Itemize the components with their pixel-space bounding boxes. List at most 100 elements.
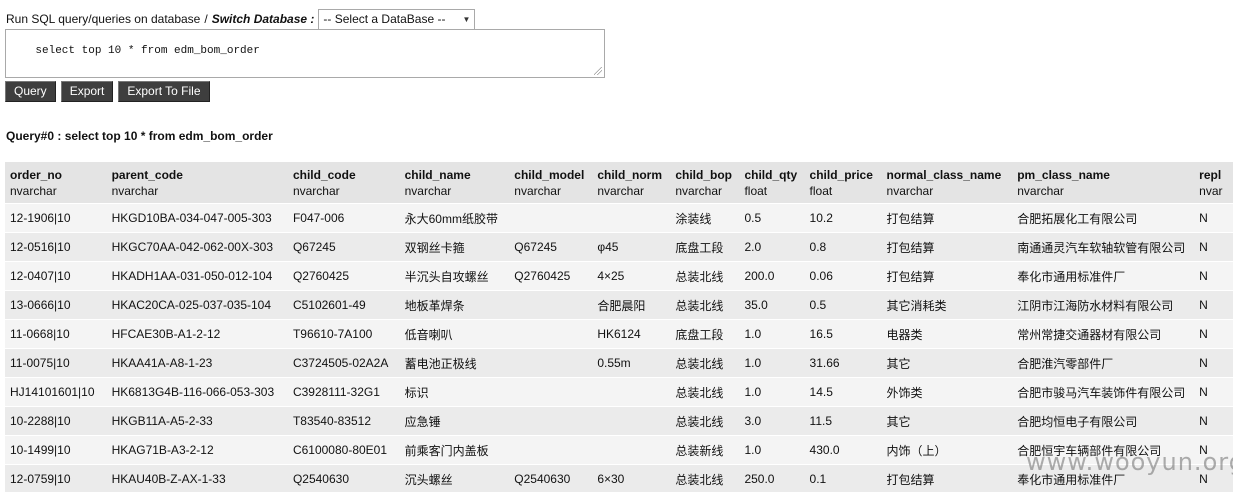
database-select-value: -- Select a DataBase -- xyxy=(323,12,446,26)
table-cell-repl: N xyxy=(1194,464,1233,492)
table-cell-child-qty: 2.0 xyxy=(739,232,805,262)
resize-grip-icon[interactable] xyxy=(594,67,602,75)
table-cell-order-no: 11-0075|10 xyxy=(5,348,107,378)
column-name: child_price xyxy=(809,167,873,182)
table-cell-normal-class-name: 内饰（上） xyxy=(881,435,1013,465)
table-cell-child-norm xyxy=(592,406,671,436)
table-cell-child-model xyxy=(509,348,593,378)
table-cell-child-name: 半沉头自攻螺丝 xyxy=(399,261,510,291)
table-cell-child-bop: 总装北线 xyxy=(670,261,740,291)
table-cell-parent-code: HKADH1AA-031-050-012-104 xyxy=(106,261,288,291)
table-cell-repl: N xyxy=(1194,232,1233,262)
run-sql-label: Run SQL query/queries on database xyxy=(6,12,201,26)
table-cell-child-qty: 3.0 xyxy=(739,406,805,436)
sql-query-text: select top 10 * from edm_bom_order xyxy=(35,45,260,57)
results-table-container[interactable]: order_no nvarchar parent_code nvarchar child… xyxy=(5,162,1233,492)
table-row: 12-0759|10 HKAU40B-Z-AX-1-33 Q2540630 沉头螺丝 Q… xyxy=(5,464,1233,492)
table-cell-pm-class-name: 常州常捷交通器材有限公司 xyxy=(1012,319,1195,349)
table-row: HJ14101601|10 HK6813G4B-116-066-053-303 C3… xyxy=(5,377,1233,407)
table-cell-child-name: 低音喇叭 xyxy=(399,319,510,349)
export-to-file-button[interactable]: Export To File xyxy=(118,81,210,102)
table-cell-child-bop: 涂装线 xyxy=(670,203,740,233)
table-cell-child-code: C3724505-02A2A xyxy=(287,348,400,378)
column-type: float xyxy=(809,183,833,198)
table-cell-child-qty: 35.0 xyxy=(739,290,805,320)
column-header-normal-class-name: normal_class_name nvarchar xyxy=(881,162,1013,204)
export-button[interactable]: Export xyxy=(60,81,114,102)
column-name: child_norm xyxy=(597,167,662,182)
column-type: nvarchar xyxy=(514,183,561,198)
table-cell-child-qty: 1.0 xyxy=(739,377,805,407)
table-cell-child-norm: 6×30 xyxy=(592,464,671,492)
table-cell-child-name: 前乘客门内盖板 xyxy=(399,435,510,465)
table-cell-child-bop: 总装北线 xyxy=(670,406,740,436)
table-cell-child-name: 沉头螺丝 xyxy=(399,464,510,492)
table-cell-parent-code: HK6813G4B-116-066-053-303 xyxy=(106,377,288,407)
table-cell-order-no: 13-0666|10 xyxy=(5,290,107,320)
table-row: 12-0407|10 HKADH1AA-031-050-012-104 Q27604… xyxy=(5,261,1233,291)
table-cell-pm-class-name: 合肥均恒电子有限公司 xyxy=(1012,406,1195,436)
table-row: 11-0075|10 HKAA41A-A8-1-23 C3724505-02A2A 蓄… xyxy=(5,348,1233,378)
column-name: parent_code xyxy=(111,167,183,182)
column-type: nvarchar xyxy=(111,183,159,198)
table-cell-normal-class-name: 其它消耗类 xyxy=(881,290,1013,320)
table-cell-normal-class-name: 外饰类 xyxy=(881,377,1013,407)
table-cell-child-norm: 0.55m xyxy=(592,348,671,378)
table-cell-pm-class-name: 合肥市骏马汽车装饰件有限公司 xyxy=(1012,377,1195,407)
table-cell-parent-code: HKAG71B-A3-2-12 xyxy=(106,435,288,465)
table-cell-normal-class-name: 打包结算 xyxy=(881,232,1013,262)
table-cell-child-bop: 底盘工段 xyxy=(670,319,740,349)
column-header-child-qty: child_qty float xyxy=(739,162,805,204)
database-toolbar: Run SQL query/queries on database / Swit… xyxy=(6,8,476,30)
table-cell-child-price: 31.66 xyxy=(804,348,882,378)
query-result-title: Query#0 : select top 10 * from edm_bom_o… xyxy=(6,129,273,143)
table-cell-child-name: 双钢丝卡箍 xyxy=(399,232,510,262)
table-cell-child-name: 蓄电池正极线 xyxy=(399,348,510,378)
column-type: nvarchar xyxy=(10,183,57,198)
column-header-child-code: child_code nvarchar xyxy=(287,162,400,204)
table-cell-child-bop: 总装北线 xyxy=(670,348,740,378)
table-cell-repl: N xyxy=(1194,290,1233,320)
table-cell-child-price: 0.8 xyxy=(804,232,882,262)
table-cell-repl: N xyxy=(1194,261,1233,291)
table-cell-child-model: Q2760425 xyxy=(509,261,593,291)
table-cell-child-model xyxy=(509,406,593,436)
table-row: 10-1499|10 HKAG71B-A3-2-12 C6100080-80E01 前… xyxy=(5,435,1233,465)
table-cell-child-code: T83540-83512 xyxy=(287,406,400,436)
column-type: nvarchar xyxy=(404,183,452,198)
table-cell-normal-class-name: 打包结算 xyxy=(881,203,1013,233)
results-table: order_no nvarchar parent_code nvarchar child… xyxy=(5,162,1233,492)
table-cell-repl: N xyxy=(1194,348,1233,378)
table-cell-normal-class-name: 电器类 xyxy=(881,319,1013,349)
query-button[interactable]: Query xyxy=(5,81,56,102)
table-row: 13-0666|10 HKAC20CA-025-037-035-104 C51026… xyxy=(5,290,1233,320)
table-cell-child-qty: 200.0 xyxy=(739,261,805,291)
table-cell-repl: N xyxy=(1194,319,1233,349)
table-cell-child-price: 11.5 xyxy=(804,406,882,436)
table-cell-order-no: 12-0516|10 xyxy=(5,232,107,262)
table-cell-child-model xyxy=(509,377,593,407)
table-cell-normal-class-name: 打包结算 xyxy=(881,464,1013,492)
column-name: pm_class_name xyxy=(1017,167,1110,182)
table-row: 11-0668|10 HFCAE30B-A1-2-12 T96610-7A100 低音… xyxy=(5,319,1233,349)
table-cell-repl: N xyxy=(1194,406,1233,436)
table-cell-child-code: Q67245 xyxy=(287,232,400,262)
table-cell-child-bop: 总装北线 xyxy=(670,464,740,492)
column-name: child_bop xyxy=(675,167,732,182)
column-type: nvarchar xyxy=(292,183,340,198)
column-header-child-model: child_model nvarchar xyxy=(509,162,593,204)
column-name: child_model xyxy=(514,167,585,182)
column-header-parent-code: parent_code nvarchar xyxy=(106,162,288,204)
table-row: 10-2288|10 HKGB11A-A5-2-33 T83540-83512 应急锤… xyxy=(5,406,1233,436)
action-buttons: Query Export Export To File xyxy=(5,81,210,102)
table-cell-child-model xyxy=(509,435,593,465)
table-cell-order-no: 12-0759|10 xyxy=(5,464,107,492)
table-cell-child-qty: 1.0 xyxy=(739,435,805,465)
sql-query-textarea[interactable]: select top 10 * from edm_bom_order xyxy=(5,29,605,78)
table-cell-normal-class-name: 其它 xyxy=(881,406,1013,436)
table-cell-child-price: 430.0 xyxy=(804,435,882,465)
table-cell-child-norm: 4×25 xyxy=(592,261,671,291)
table-cell-child-price: 14.5 xyxy=(804,377,882,407)
table-cell-pm-class-name: 奉化市通用标准件厂 xyxy=(1012,261,1195,291)
database-select[interactable]: -- Select a DataBase -- ▼ xyxy=(318,8,476,30)
